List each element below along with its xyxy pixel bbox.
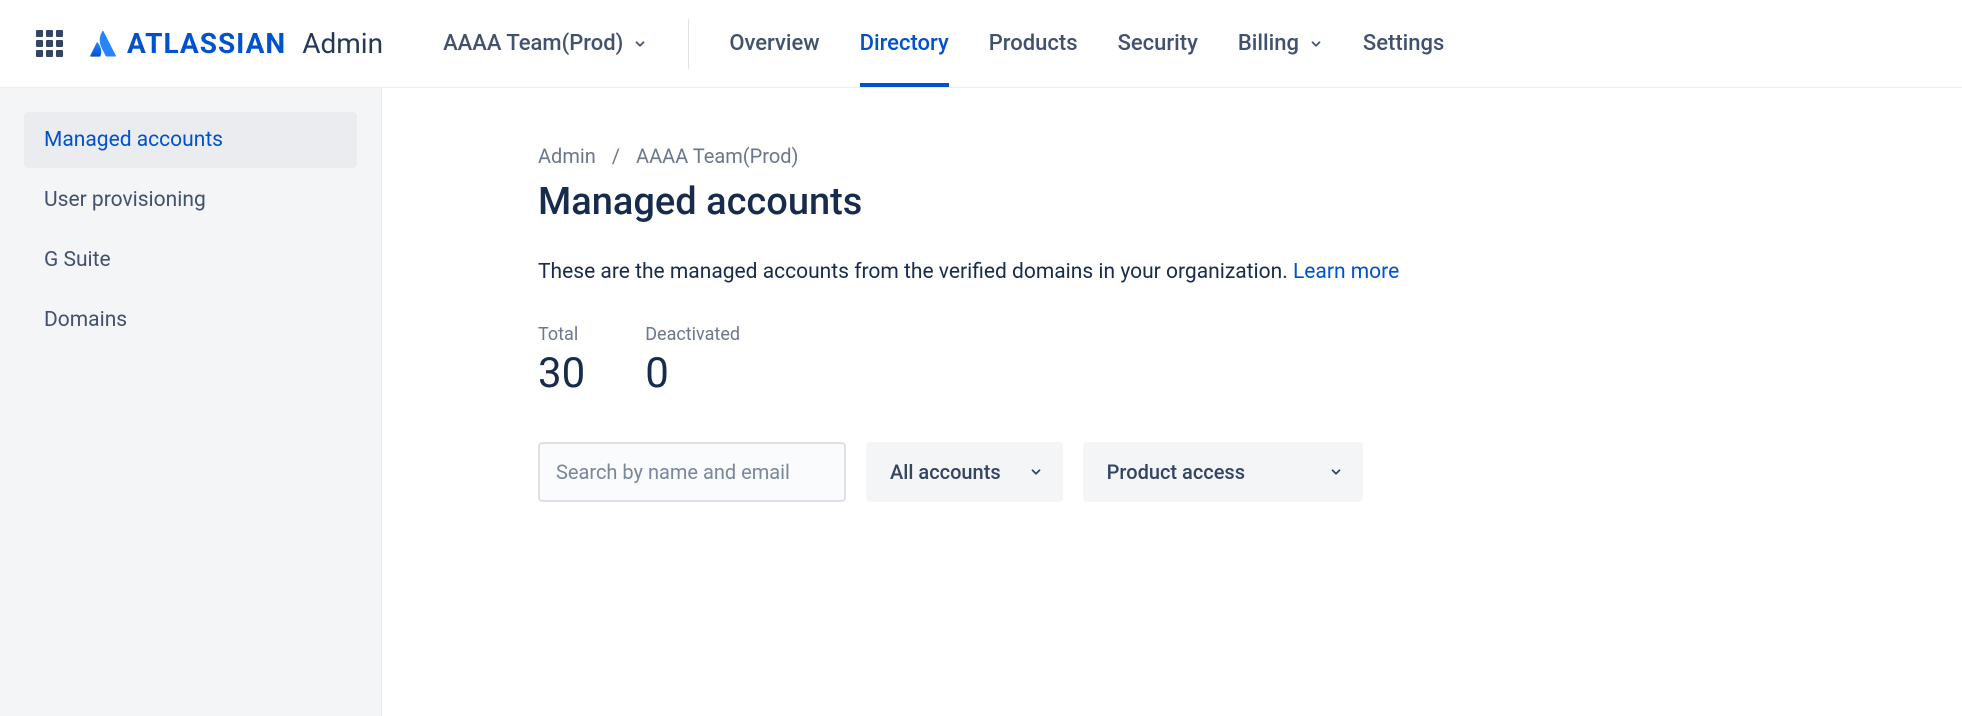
top-nav: Overview Directory Products Security Bil… [729, 0, 1444, 87]
filter-product-access-dropdown[interactable]: Product access [1083, 442, 1363, 502]
stat-total-value: 30 [538, 349, 585, 398]
sidebar-item-label: Domains [44, 308, 127, 332]
org-selector[interactable]: AAAA Team(Prod) [443, 31, 679, 56]
header: ATLASSIAN Admin AAAA Team(Prod) Overview… [0, 0, 1962, 88]
filter-accounts-label: All accounts [890, 460, 1001, 484]
nav-settings[interactable]: Settings [1363, 0, 1444, 87]
toolbar: All accounts Product access [538, 442, 1914, 502]
chevron-down-icon [1029, 465, 1043, 479]
nav-label: Products [989, 31, 1078, 56]
brand-name: ATLASSIAN [127, 27, 286, 60]
brand-suffix: Admin [302, 27, 383, 60]
sidebar-item-label: Managed accounts [44, 128, 223, 152]
nav-label: Security [1118, 31, 1198, 56]
page-title: Managed accounts [538, 180, 1914, 224]
breadcrumb: Admin / AAAA Team(Prod) [538, 144, 1914, 168]
sidebar-item-g-suite[interactable]: G Suite [24, 232, 357, 288]
layout: Managed accounts User provisioning G Sui… [0, 88, 1962, 716]
nav-directory[interactable]: Directory [860, 0, 949, 87]
nav-label: Overview [729, 31, 819, 56]
search-input[interactable] [538, 442, 846, 502]
filter-accounts-dropdown[interactable]: All accounts [866, 442, 1063, 502]
nav-label: Billing [1238, 31, 1299, 56]
stats: Total 30 Deactivated 0 [538, 324, 1914, 398]
stat-deactivated: Deactivated 0 [645, 324, 740, 398]
org-name: AAAA Team(Prod) [443, 31, 623, 56]
sidebar-item-managed-accounts[interactable]: Managed accounts [24, 112, 357, 168]
app-switcher-icon[interactable] [32, 26, 67, 61]
sidebar-item-user-provisioning[interactable]: User provisioning [24, 172, 357, 228]
stat-total-label: Total [538, 324, 585, 345]
learn-more-link[interactable]: Learn more [1293, 260, 1399, 284]
nav-label: Settings [1363, 31, 1444, 56]
chevron-down-icon [1329, 465, 1343, 479]
nav-overview[interactable]: Overview [729, 0, 819, 87]
chevron-down-icon [1309, 37, 1323, 51]
breadcrumb-admin[interactable]: Admin [538, 144, 596, 168]
nav-label: Directory [860, 31, 949, 56]
atlassian-logo-icon [87, 29, 117, 59]
nav-products[interactable]: Products [989, 0, 1078, 87]
page-description-text: These are the managed accounts from the … [538, 260, 1293, 284]
logo[interactable]: ATLASSIAN Admin [87, 27, 383, 60]
stat-total: Total 30 [538, 324, 585, 398]
stat-deactivated-label: Deactivated [645, 324, 740, 345]
breadcrumb-org[interactable]: AAAA Team(Prod) [636, 144, 798, 168]
main-content: Admin / AAAA Team(Prod) Managed accounts… [382, 88, 1962, 716]
sidebar-item-domains[interactable]: Domains [24, 292, 357, 348]
page-description: These are the managed accounts from the … [538, 260, 1914, 284]
chevron-down-icon [633, 37, 647, 51]
sidebar-item-label: G Suite [44, 248, 111, 272]
nav-security[interactable]: Security [1118, 0, 1198, 87]
sidebar-item-label: User provisioning [44, 188, 206, 212]
filter-product-label: Product access [1107, 460, 1245, 484]
breadcrumb-separator: / [612, 144, 620, 168]
nav-billing[interactable]: Billing [1238, 0, 1323, 87]
stat-deactivated-value: 0 [645, 349, 740, 398]
sidebar: Managed accounts User provisioning G Sui… [0, 88, 382, 716]
